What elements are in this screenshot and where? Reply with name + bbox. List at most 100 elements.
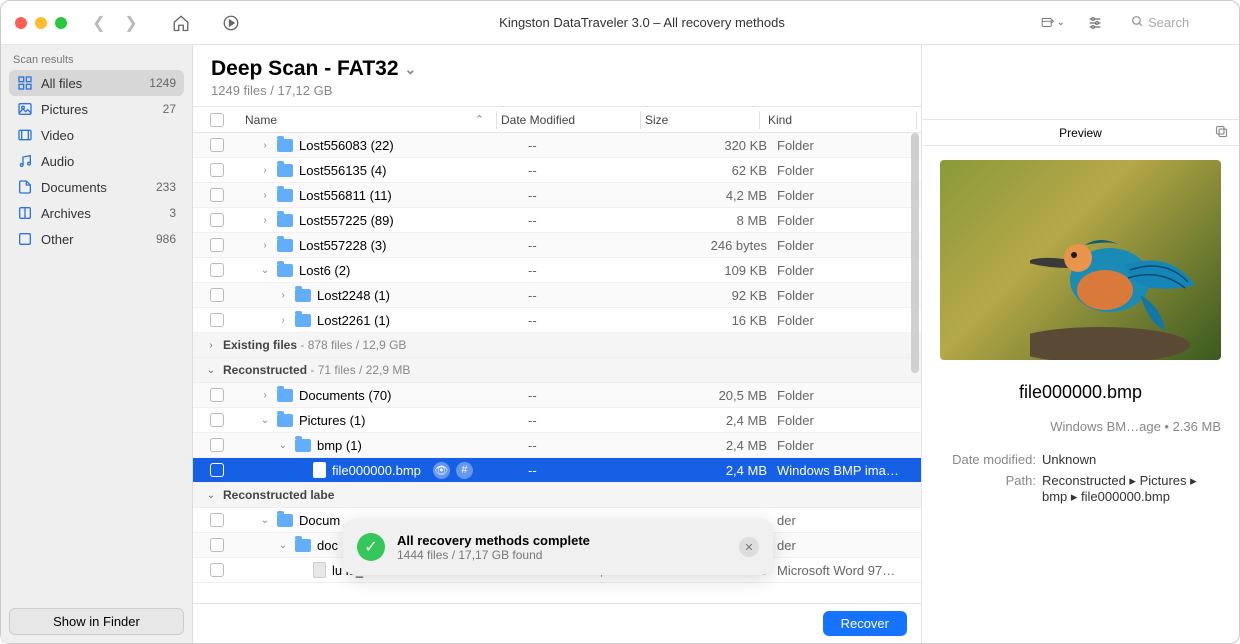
minimize-window-button[interactable] bbox=[35, 17, 47, 29]
disclosure-icon[interactable]: ⌄ bbox=[259, 415, 271, 426]
sidebar-item-other[interactable]: Other 986 bbox=[9, 226, 184, 252]
row-checkbox[interactable] bbox=[210, 138, 224, 152]
row-checkbox[interactable] bbox=[210, 463, 224, 477]
row-name: Lost556811 (11) bbox=[299, 188, 392, 203]
table-row[interactable]: › Documents (70) -- 20,5 MB Folder bbox=[193, 383, 921, 408]
search-field[interactable]: Search bbox=[1125, 13, 1225, 33]
fullscreen-window-button[interactable] bbox=[55, 17, 67, 29]
column-kind[interactable]: Kind bbox=[764, 113, 912, 127]
table-row[interactable]: › Lost2248 (1) -- 92 KB Folder bbox=[193, 283, 921, 308]
file-icon bbox=[313, 562, 326, 578]
row-kind: Folder bbox=[773, 163, 921, 178]
disclosure-icon[interactable]: › bbox=[259, 390, 271, 401]
forward-button[interactable]: ❯ bbox=[119, 12, 143, 34]
sidebar-item-all-files[interactable]: All files 1249 bbox=[9, 70, 184, 96]
table-row[interactable]: ⌄ bmp (1) -- 2,4 MB Folder bbox=[193, 433, 921, 458]
row-checkbox[interactable] bbox=[210, 313, 224, 327]
preview-badge-icon[interactable]: 👁 bbox=[433, 462, 450, 479]
toast-close-button[interactable]: ✕ bbox=[739, 537, 759, 557]
row-name: Lost557228 (3) bbox=[299, 238, 386, 253]
group-row[interactable]: ⌄ Reconstructed - 71 files / 22,9 MB bbox=[193, 358, 921, 383]
table-row[interactable]: › Lost557225 (89) -- 8 MB Folder bbox=[193, 208, 921, 233]
back-button[interactable]: ❮ bbox=[87, 12, 111, 34]
row-checkbox[interactable] bbox=[210, 513, 224, 527]
view-mode-button[interactable]: ⌄ bbox=[1041, 12, 1065, 34]
sidebar-item-pictures[interactable]: Pictures 27 bbox=[9, 96, 184, 122]
folder-icon bbox=[277, 389, 293, 402]
row-size: 320 KB bbox=[663, 138, 773, 153]
column-size[interactable]: Size bbox=[645, 113, 755, 127]
table-row[interactable]: › Lost557228 (3) -- 246 bytes Folder bbox=[193, 233, 921, 258]
row-size: 4,2 MB bbox=[663, 188, 773, 203]
disclosure-icon[interactable]: › bbox=[277, 315, 289, 326]
settings-button[interactable] bbox=[1083, 12, 1107, 34]
folder-icon bbox=[277, 264, 293, 277]
disclosure-icon[interactable]: › bbox=[259, 240, 271, 251]
other-icon bbox=[17, 231, 33, 247]
recover-button[interactable]: Recover bbox=[823, 611, 907, 636]
table-row[interactable]: › Lost2261 (1) -- 16 KB Folder bbox=[193, 308, 921, 333]
disclosure-icon[interactable]: › bbox=[259, 140, 271, 151]
row-date: -- bbox=[528, 238, 663, 253]
folder-icon bbox=[295, 314, 311, 327]
table-row[interactable]: › Lost556811 (11) -- 4,2 MB Folder bbox=[193, 183, 921, 208]
row-checkbox[interactable] bbox=[210, 438, 224, 452]
row-checkbox[interactable] bbox=[210, 188, 224, 202]
group-row[interactable]: ⌄ Reconstructed labe bbox=[193, 483, 921, 508]
row-checkbox[interactable] bbox=[210, 263, 224, 277]
select-all-checkbox[interactable] bbox=[210, 113, 224, 127]
row-size: 20,5 MB bbox=[663, 388, 773, 403]
home-button[interactable] bbox=[169, 12, 193, 34]
row-checkbox[interactable] bbox=[210, 213, 224, 227]
disclosure-icon[interactable]: › bbox=[259, 190, 271, 201]
row-size: 2,4 MB bbox=[663, 463, 773, 478]
disclosure-icon[interactable]: ⌄ bbox=[277, 440, 289, 451]
table-row[interactable]: ⌄ Lost6 (2) -- 109 KB Folder bbox=[193, 258, 921, 283]
sidebar-item-audio[interactable]: Audio bbox=[9, 148, 184, 174]
disclosure-icon[interactable]: › bbox=[259, 165, 271, 176]
group-row[interactable]: › Existing files - 878 files / 12,9 GB bbox=[193, 333, 921, 358]
column-name[interactable]: Name⌃ bbox=[241, 113, 492, 127]
sidebar-item-label: Archives bbox=[41, 206, 91, 221]
disclosure-icon[interactable]: ⌄ bbox=[259, 265, 271, 276]
row-kind: Microsoft Word 97… bbox=[773, 563, 921, 578]
title-dropdown-icon[interactable]: ⌄ bbox=[405, 61, 417, 78]
sidebar-item-video[interactable]: Video bbox=[9, 122, 184, 148]
row-checkbox[interactable] bbox=[210, 288, 224, 302]
table-row[interactable]: file000000.bmp 👁# -- 2,4 MB Windows BMP … bbox=[193, 458, 921, 483]
close-window-button[interactable] bbox=[15, 17, 27, 29]
row-size: 8 MB bbox=[663, 213, 773, 228]
row-checkbox[interactable] bbox=[210, 163, 224, 177]
disclosure-icon[interactable]: › bbox=[259, 215, 271, 226]
row-checkbox[interactable] bbox=[210, 413, 224, 427]
disclosure-icon[interactable]: ⌄ bbox=[277, 540, 289, 551]
table-row[interactable]: › Lost556083 (22) -- 320 KB Folder bbox=[193, 133, 921, 158]
sidebar-item-archives[interactable]: Archives 3 bbox=[9, 200, 184, 226]
scrollbar[interactable] bbox=[911, 133, 919, 373]
show-in-finder-button[interactable]: Show in Finder bbox=[9, 608, 184, 635]
row-date: -- bbox=[528, 138, 663, 153]
copy-button[interactable] bbox=[1214, 124, 1229, 142]
disclosure-icon[interactable]: ⌄ bbox=[259, 515, 271, 526]
row-checkbox[interactable] bbox=[210, 538, 224, 552]
sort-indicator-icon: ⌃ bbox=[475, 113, 484, 126]
column-date[interactable]: Date Modified bbox=[501, 113, 636, 127]
preview-filename: file000000.bmp bbox=[940, 382, 1221, 403]
disclosure-icon[interactable]: › bbox=[277, 290, 289, 301]
table-row[interactable]: › Lost556135 (4) -- 62 KB Folder bbox=[193, 158, 921, 183]
sidebar-item-label: Video bbox=[41, 128, 74, 143]
hash-badge-icon[interactable]: # bbox=[456, 462, 473, 479]
preview-panel: Preview bbox=[921, 45, 1239, 643]
sidebar-header: Scan results bbox=[1, 45, 192, 70]
row-checkbox[interactable] bbox=[210, 238, 224, 252]
table-row[interactable]: ⌄ Pictures (1) -- 2,4 MB Folder bbox=[193, 408, 921, 433]
refresh-button[interactable] bbox=[219, 12, 243, 34]
row-checkbox[interactable] bbox=[210, 388, 224, 402]
sidebar-item-documents[interactable]: Documents 233 bbox=[9, 174, 184, 200]
row-kind: Folder bbox=[773, 388, 921, 403]
row-kind: Folder bbox=[773, 263, 921, 278]
row-name: file000000.bmp bbox=[332, 463, 421, 478]
preview-path-value: Reconstructed ▸ Pictures ▸ bmp ▸ file000… bbox=[1042, 473, 1221, 505]
row-checkbox[interactable] bbox=[210, 563, 224, 577]
row-kind: Windows BMP ima… bbox=[773, 463, 921, 478]
